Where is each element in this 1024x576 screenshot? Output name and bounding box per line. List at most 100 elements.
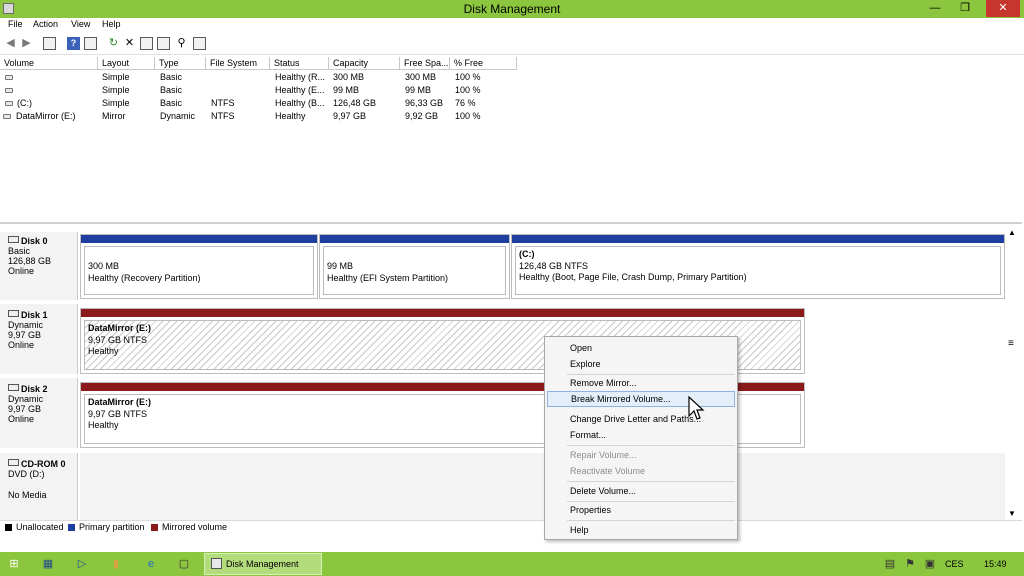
primary-partition-bar <box>81 235 317 243</box>
column-volume[interactable]: Volume <box>0 57 98 70</box>
disk-name: Disk 1 <box>21 310 48 320</box>
taskbar-disk-management[interactable]: Disk Management <box>204 553 322 575</box>
scroll-grip-icon[interactable]: ≡ <box>1008 338 1014 349</box>
disk-state: Online <box>8 266 35 276</box>
mouse-pointer-icon <box>688 396 705 420</box>
delete-icon[interactable]: ✕ <box>123 37 136 50</box>
menu-reactivate-volume: Reactivate Volume <box>570 466 646 476</box>
menu-properties[interactable]: Properties <box>547 502 735 518</box>
table-row[interactable]: Simple Basic Healthy (R... 300 MB 300 MB… <box>0 71 520 84</box>
menu-separator <box>567 481 735 482</box>
partition-c-drive[interactable]: (C:) 126,48 GB NTFS Healthy (Boot, Page … <box>511 234 1005 299</box>
context-menu: Open Explore Remove Mirror... Break Mirr… <box>544 336 738 540</box>
hard-disk-icon <box>8 310 19 317</box>
primary-partition-bar <box>320 235 509 243</box>
console-tree-icon[interactable] <box>43 37 56 50</box>
cell-capacity: 300 MB <box>333 72 365 82</box>
search-icon[interactable]: ⚲ <box>175 37 188 50</box>
disk-type: Dynamic <box>8 394 44 404</box>
open-icon[interactable] <box>157 37 170 50</box>
partition-status: Healthy (EFI System Partition) <box>327 272 449 283</box>
menu-separator <box>567 445 735 446</box>
properties-icon[interactable] <box>84 37 97 50</box>
powershell-icon[interactable]: ▷ <box>76 558 88 570</box>
cell-status: Healthy (R... <box>275 72 326 82</box>
settings-icon[interactable] <box>193 37 206 50</box>
tray-display-icon[interactable]: ▣ <box>924 558 936 570</box>
window-title: Disk Management <box>463 2 561 16</box>
minimize-button[interactable]: — <box>924 0 946 17</box>
cell-free-space: 300 MB <box>405 72 437 82</box>
menu-open[interactable]: Open <box>547 340 735 356</box>
cell-percent-free: 76 % <box>455 98 476 108</box>
internet-explorer-icon[interactable]: e <box>145 558 157 570</box>
refresh-icon[interactable]: ↻ <box>107 37 120 50</box>
partition-efi[interactable]: 99 MB Healthy (EFI System Partition) <box>319 234 510 299</box>
disk-0-label[interactable]: Disk 0 Basic 126,88 GB Online <box>0 232 78 300</box>
volume-icon <box>5 88 13 93</box>
hyperv-icon[interactable]: ▢ <box>178 558 190 570</box>
cdrom-0-label[interactable]: CD-ROM 0 DVD (D:) No Media <box>0 453 78 521</box>
toolbar: ◀ ▶ ? ↻ ✕ ⚲ <box>0 34 1024 55</box>
column-free-space[interactable]: Free Spa... <box>400 57 450 70</box>
close-button[interactable]: ✕ <box>986 0 1020 17</box>
clock[interactable]: 15:49 <box>984 559 1007 569</box>
column-layout[interactable]: Layout <box>98 57 155 70</box>
tray-action-center-icon[interactable]: ⚑ <box>904 558 916 570</box>
partition-recovery[interactable]: 300 MB Healthy (Recovery Partition) <box>80 234 318 299</box>
column-status[interactable]: Status <box>270 57 329 70</box>
tray-network-icon[interactable]: ▤ <box>884 558 896 570</box>
language-indicator[interactable]: CES <box>945 559 964 569</box>
table-row[interactable]: Simple Basic Healthy (E... 99 MB 99 MB 1… <box>0 84 520 97</box>
menu-help[interactable]: Help <box>547 522 735 538</box>
disk-state: No Media <box>8 490 47 500</box>
disk-1-label[interactable]: Disk 1 Dynamic 9,97 GB Online <box>0 304 78 374</box>
menu-explore[interactable]: Explore <box>547 356 735 372</box>
legend-primary-partition: Primary partition <box>79 522 145 532</box>
hard-disk-icon <box>8 236 19 243</box>
scroll-down-icon[interactable]: ▼ <box>1008 509 1016 518</box>
start-icon[interactable]: ⊞ <box>8 558 20 570</box>
rescan-disks-icon[interactable] <box>140 37 153 50</box>
disk-type: Dynamic <box>8 320 44 330</box>
disk-2-label[interactable]: Disk 2 Dynamic 9,97 GB Online <box>0 378 78 448</box>
cell-layout: Simple <box>102 85 130 95</box>
menu-bar: File Action View Help <box>0 18 1024 33</box>
disk-management-icon <box>211 558 222 569</box>
legend-swatch-primary <box>68 524 75 531</box>
menu-file[interactable]: File <box>8 19 23 29</box>
menu-view[interactable]: View <box>71 19 90 29</box>
menu-format[interactable]: Format... <box>547 427 735 443</box>
menu-delete-volume[interactable]: Delete Volume... <box>547 483 735 499</box>
menu-help[interactable]: Help <box>102 19 121 29</box>
column-type[interactable]: Type <box>155 57 206 70</box>
server-manager-icon[interactable]: ▦ <box>42 558 54 570</box>
cell-volume: (C:) <box>17 98 32 108</box>
cell-type: Basic <box>160 85 183 95</box>
cell-layout: Simple <box>102 98 130 108</box>
volume-list: Volume Layout Type File System Status Ca… <box>0 57 1022 224</box>
restore-button[interactable]: ❐ <box>954 0 976 17</box>
partition-size: 99 MB <box>327 261 354 271</box>
scroll-up-icon[interactable]: ▲ <box>1008 228 1016 237</box>
table-row[interactable]: DataMirror (E:) Mirror Dynamic NTFS Heal… <box>0 110 520 123</box>
file-explorer-icon[interactable]: ▮ <box>110 558 122 570</box>
menu-break-mirrored-volume[interactable]: Break Mirrored Volume... <box>547 391 735 407</box>
table-row[interactable]: (C:) Simple Basic NTFS Healthy (B... 126… <box>0 97 520 110</box>
legend-swatch-mirrored <box>151 524 158 531</box>
help-icon[interactable]: ? <box>67 37 80 50</box>
menu-remove-mirror[interactable]: Remove Mirror... <box>547 375 735 391</box>
primary-partition-bar <box>512 235 1004 243</box>
vertical-scrollbar[interactable]: ▲ ≡ ▼ <box>1005 228 1019 518</box>
cell-layout: Mirror <box>102 111 126 121</box>
column-percent-free[interactable]: % Free <box>450 57 517 70</box>
back-arrow-icon[interactable]: ◀ <box>4 37 17 50</box>
forward-arrow-icon[interactable]: ▶ <box>20 37 33 50</box>
menu-change-drive-letter[interactable]: Change Drive Letter and Paths... <box>547 411 735 427</box>
menu-action[interactable]: Action <box>33 19 58 29</box>
disk-state: Online <box>8 340 35 350</box>
column-file-system[interactable]: File System <box>206 57 270 70</box>
column-capacity[interactable]: Capacity <box>329 57 400 70</box>
menu-repair-volume: Repair Volume... <box>570 450 637 460</box>
cell-file-system: NTFS <box>211 111 235 121</box>
